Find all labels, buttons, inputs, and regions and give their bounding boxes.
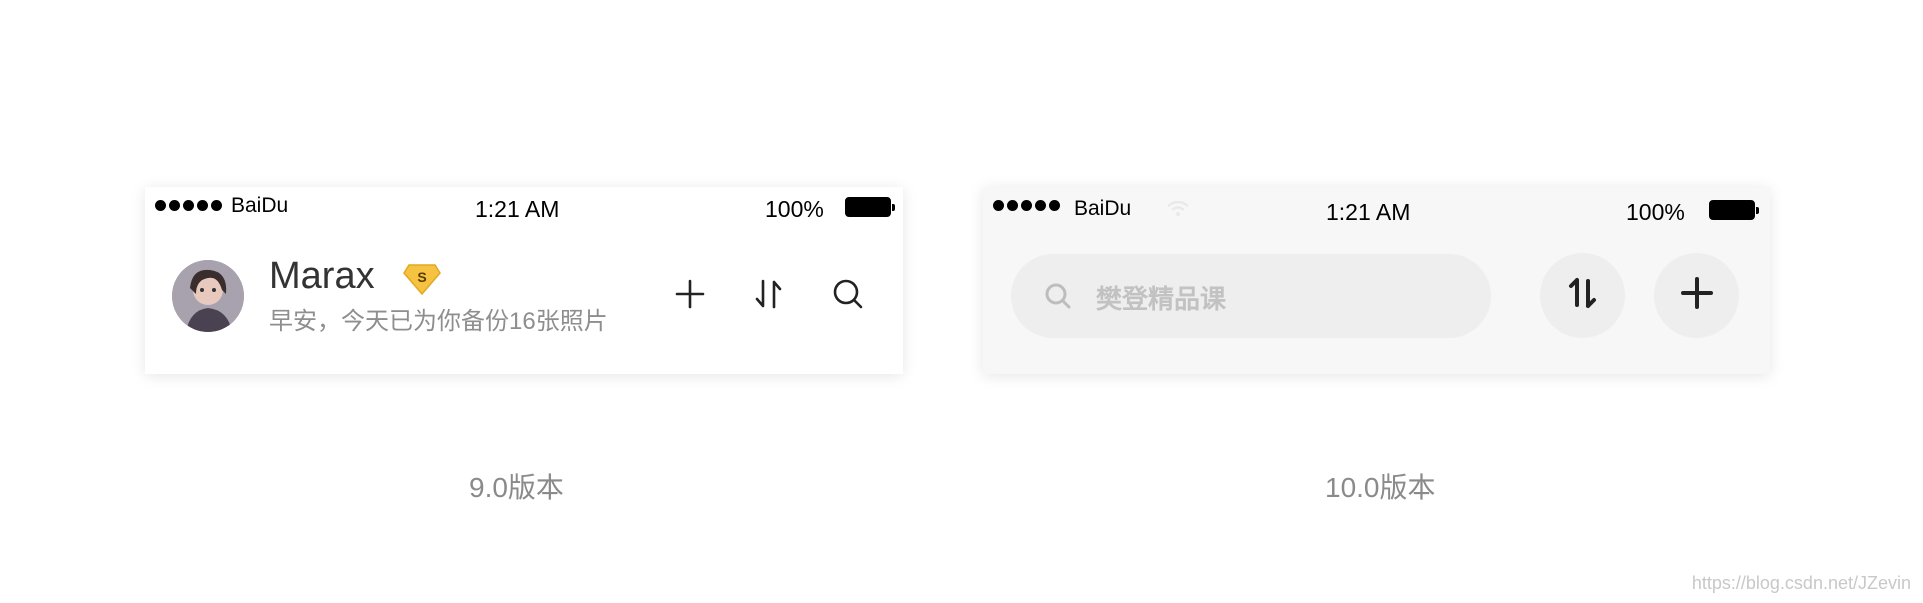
search-bar[interactable]: 樊登精品课 xyxy=(1011,254,1491,338)
search-icon[interactable] xyxy=(827,273,869,315)
battery-icon xyxy=(845,197,895,217)
header-card-v9: BaiDu 1:21 AM 100% Marax S 早安，今天已为你备份16张… xyxy=(145,187,903,374)
greeting-text: 早安，今天已为你备份16张照片 xyxy=(269,308,608,335)
status-bar: BaiDu 1:21 AM 100% xyxy=(145,187,903,225)
battery-percent: 100% xyxy=(765,196,824,222)
add-button[interactable] xyxy=(1654,253,1739,338)
caption-v9: 9.0版本 xyxy=(469,472,564,503)
avatar[interactable] xyxy=(172,260,244,332)
caption-v10: 10.0版本 xyxy=(1325,472,1436,503)
battery-percent: 100% xyxy=(1626,199,1685,225)
carrier-label: BaiDu xyxy=(1074,197,1132,220)
user-name[interactable]: Marax xyxy=(269,255,375,298)
transfer-button[interactable] xyxy=(1540,253,1625,338)
search-icon xyxy=(1044,282,1072,315)
wifi-icon xyxy=(1167,200,1189,222)
add-icon xyxy=(1680,277,1713,314)
status-time: 1:21 AM xyxy=(1326,199,1411,225)
watermark: https://blog.csdn.net/JZevin xyxy=(1691,573,1911,593)
signal-strength-icon xyxy=(993,200,1060,211)
status-time: 1:21 AM xyxy=(475,196,560,222)
battery-icon xyxy=(1709,200,1759,220)
badge-letter: S xyxy=(417,269,426,285)
status-bar: BaiDu 1:21 AM 100% xyxy=(983,187,1770,225)
header-card-v10: BaiDu 1:21 AM 100% 樊登精品课 xyxy=(983,187,1770,374)
carrier-label: BaiDu xyxy=(231,194,289,217)
signal-strength-icon xyxy=(155,200,222,211)
search-placeholder[interactable]: 樊登精品课 xyxy=(1096,279,1226,316)
add-icon[interactable] xyxy=(669,273,711,315)
transfer-icon[interactable] xyxy=(748,273,790,315)
transfer-icon xyxy=(1566,276,1600,315)
vip-badge-icon[interactable]: S xyxy=(403,262,441,301)
